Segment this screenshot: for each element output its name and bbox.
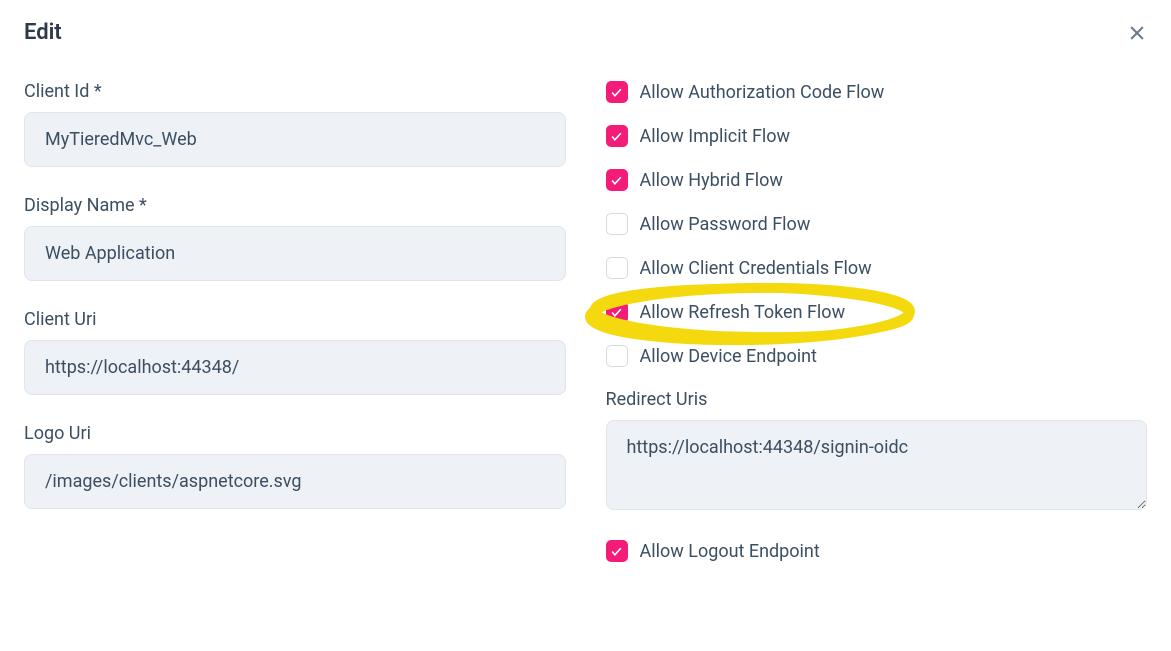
allow-logout-endpoint-label[interactable]: Allow Logout Endpoint — [640, 541, 820, 562]
allow-auth-code-flow-label[interactable]: Allow Authorization Code Flow — [640, 82, 885, 103]
allow-implicit-flow-checkbox[interactable] — [606, 125, 628, 147]
allow-refresh-token-flow-checkbox[interactable] — [606, 301, 628, 323]
client-id-label: Client Id * — [24, 81, 566, 102]
modal-title: Edit — [24, 20, 62, 45]
allow-logout-endpoint-checkbox[interactable] — [606, 540, 628, 562]
allow-refresh-token-flow-label[interactable]: Allow Refresh Token Flow — [640, 302, 846, 323]
redirect-uris-input[interactable] — [606, 420, 1148, 510]
redirect-uris-label: Redirect Uris — [606, 389, 1148, 410]
logo-uri-input[interactable] — [24, 454, 566, 509]
allow-auth-code-flow-checkbox[interactable] — [606, 81, 628, 103]
allow-logout-endpoint-row[interactable]: Allow Logout Endpoint — [606, 540, 1148, 562]
allow-implicit-flow-row[interactable]: Allow Implicit Flow — [606, 125, 1148, 147]
allow-password-flow-label[interactable]: Allow Password Flow — [640, 214, 811, 235]
highlight-annotation: Allow Refresh Token Flow — [606, 301, 846, 345]
display-name-input[interactable] — [24, 226, 566, 281]
allow-device-endpoint-label[interactable]: Allow Device Endpoint — [640, 346, 817, 367]
allow-hybrid-flow-row[interactable]: Allow Hybrid Flow — [606, 169, 1148, 191]
allow-password-flow-checkbox[interactable] — [606, 213, 628, 235]
display-name-label: Display Name * — [24, 195, 566, 216]
logo-uri-label: Logo Uri — [24, 423, 566, 444]
client-uri-label: Client Uri — [24, 309, 566, 330]
allow-client-credentials-flow-checkbox[interactable] — [606, 257, 628, 279]
client-uri-input[interactable] — [24, 340, 566, 395]
allow-refresh-token-flow-row[interactable]: Allow Refresh Token Flow — [606, 301, 846, 323]
allow-implicit-flow-label[interactable]: Allow Implicit Flow — [640, 126, 791, 147]
allow-password-flow-row[interactable]: Allow Password Flow — [606, 213, 1148, 235]
allow-auth-code-flow-row[interactable]: Allow Authorization Code Flow — [606, 81, 1148, 103]
allow-device-endpoint-checkbox[interactable] — [606, 345, 628, 367]
allow-client-credentials-flow-label[interactable]: Allow Client Credentials Flow — [640, 258, 872, 279]
allow-client-credentials-flow-row[interactable]: Allow Client Credentials Flow — [606, 257, 1148, 279]
close-icon[interactable] — [1127, 23, 1147, 43]
allow-hybrid-flow-checkbox[interactable] — [606, 169, 628, 191]
allow-hybrid-flow-label[interactable]: Allow Hybrid Flow — [640, 170, 783, 191]
allow-device-endpoint-row[interactable]: Allow Device Endpoint — [606, 345, 1148, 367]
client-id-input[interactable] — [24, 112, 566, 167]
